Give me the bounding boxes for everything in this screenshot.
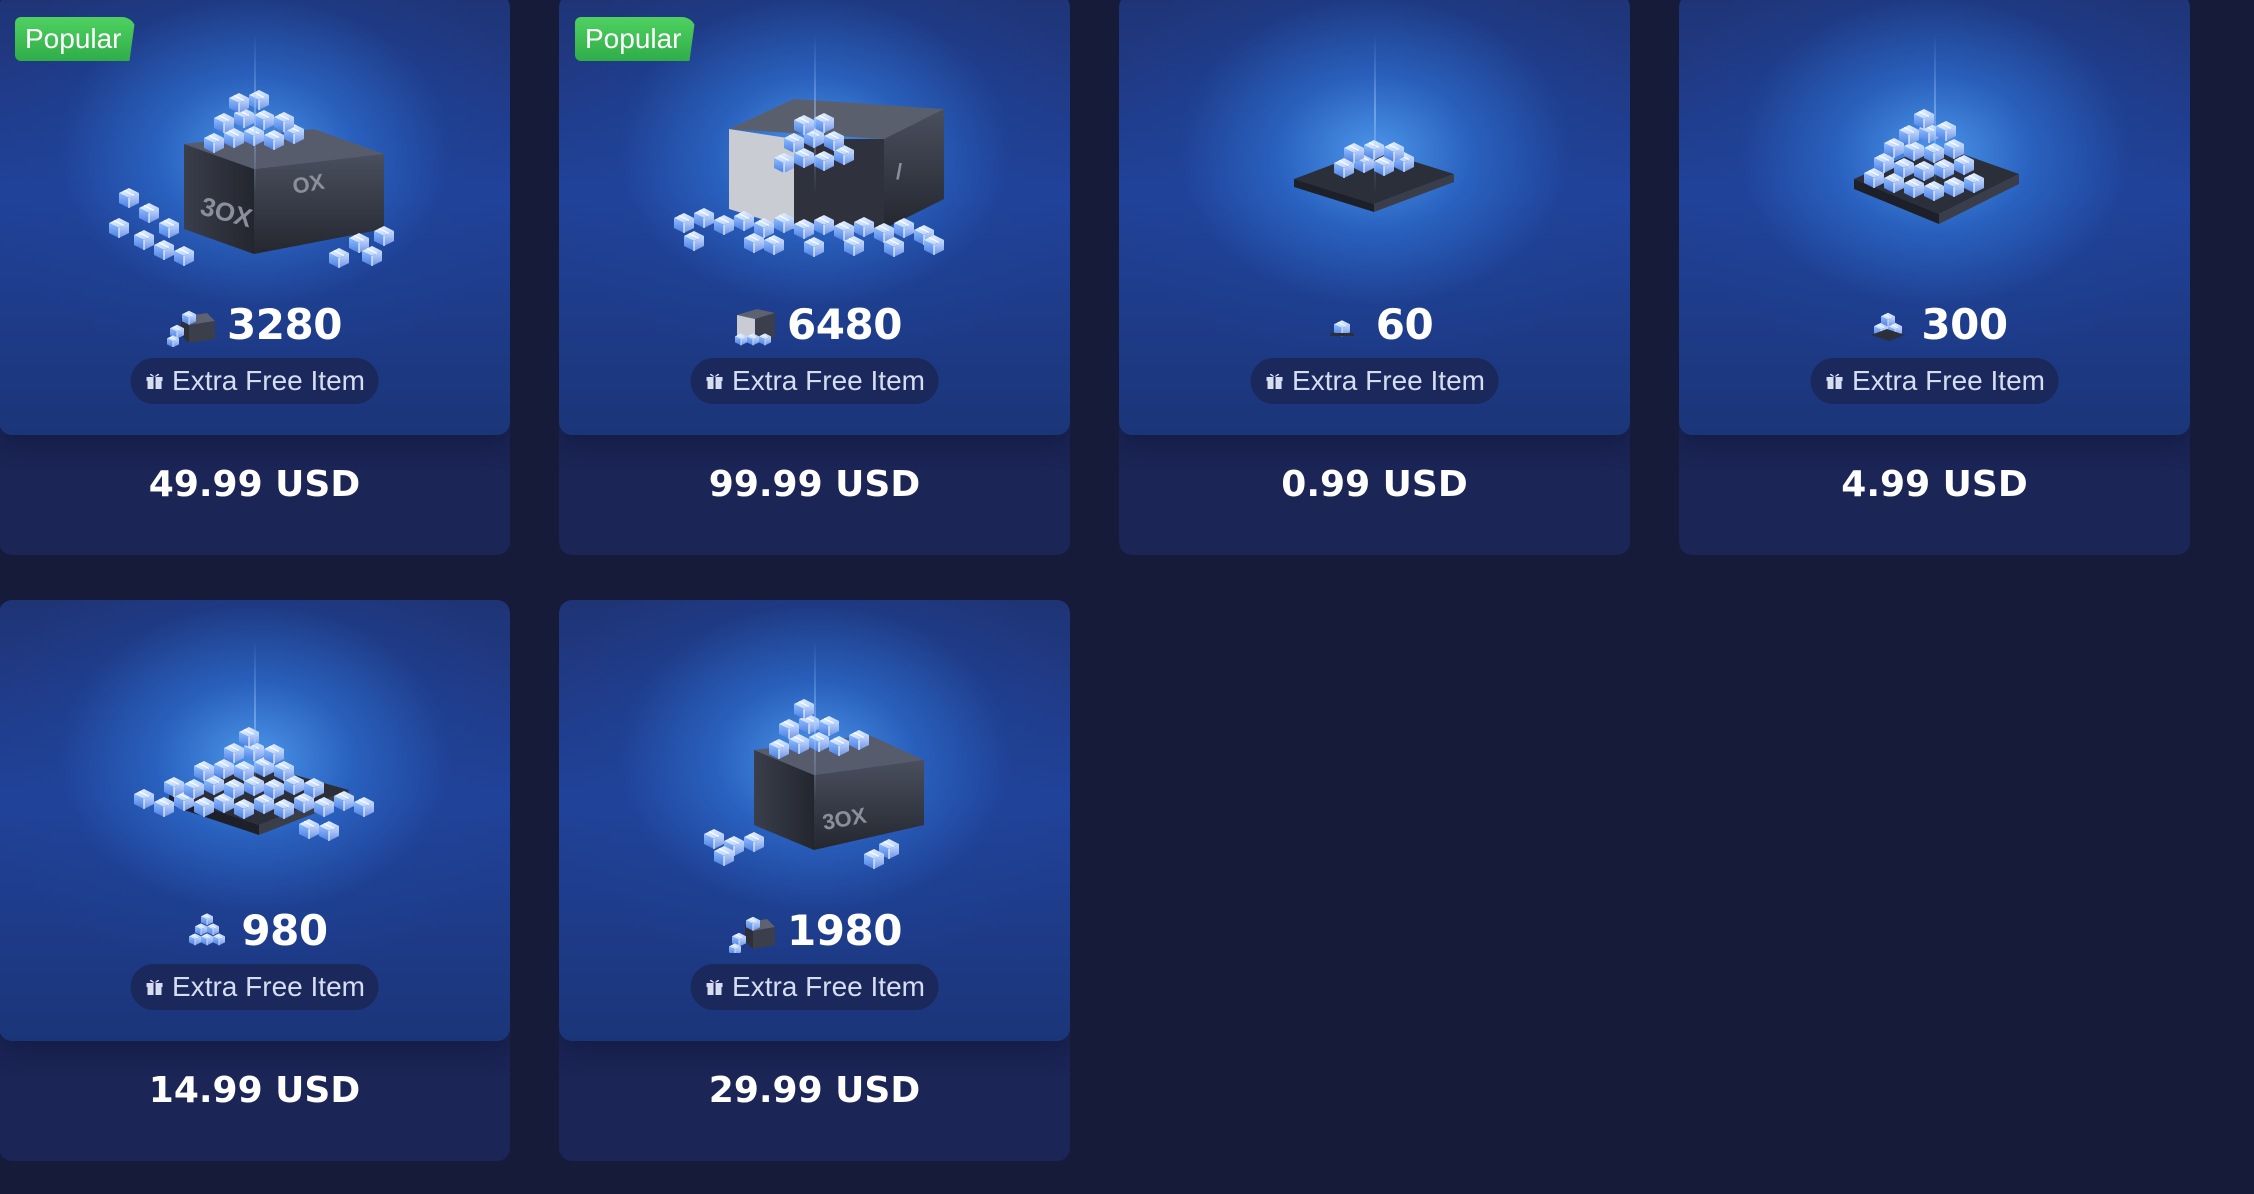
tray-of-gift-cubes-medium-image <box>1854 108 2019 224</box>
gift-crate-icon <box>728 916 776 953</box>
product-card-showcase: 300 Extra Free Item <box>1679 0 2190 435</box>
currency-amount: 60 <box>1119 294 1630 354</box>
svg-text:/: / <box>896 159 902 184</box>
open-crate-icon <box>734 309 776 346</box>
extra-free-item-pill[interactable]: Extra Free Item <box>1250 358 1499 404</box>
price-button[interactable]: 99.99 USD <box>559 464 1070 505</box>
currency-amount: 6480 <box>559 294 1070 354</box>
gift-icon <box>146 373 163 389</box>
extra-free-item-pill[interactable]: Extra Free Item <box>130 964 379 1010</box>
currency-amount: 980 <box>0 900 510 960</box>
product-card-showcase: 60 Extra Free Item <box>1119 0 1630 435</box>
extra-free-item-pill[interactable]: Extra Free Item <box>1810 358 2059 404</box>
product-card-showcase: Popular / 6480 Extra Free Item <box>559 0 1070 435</box>
price-button[interactable]: 29.99 USD <box>559 1070 1070 1111</box>
product-card[interactable]: 3OX 1980 Extra Free Item 29.99 USD <box>559 600 1070 1161</box>
extra-free-item-label: Extra Free Item <box>172 365 365 396</box>
popular-badge: Popular <box>575 17 696 61</box>
currency-amount: 3280 <box>0 294 510 354</box>
small-gift-cube-icon <box>1329 319 1354 337</box>
extra-free-item-label: Extra Free Item <box>732 365 925 396</box>
product-card-showcase: 3OX 1980 Extra Free Item <box>559 600 1070 1041</box>
amount-value: 1980 <box>787 905 902 955</box>
amount-value: 300 <box>1921 299 2008 349</box>
gift-icon <box>706 373 723 389</box>
extra-free-item-label: Extra Free Item <box>1292 365 1485 396</box>
gift-cube-stack-icon <box>1871 312 1906 341</box>
amount-value: 3280 <box>227 299 342 349</box>
price-button[interactable]: 49.99 USD <box>0 464 510 505</box>
currency-amount: 300 <box>1679 294 2190 354</box>
popular-badge: Popular <box>15 17 136 61</box>
gift-icon <box>1826 373 1843 389</box>
amount-value: 6480 <box>787 299 902 349</box>
product-grid: Popular 3OX OX 3280 Extra Free Item 49.9… <box>0 0 2254 1194</box>
pile-of-gift-cubes-image <box>133 726 375 842</box>
gift-crate-icon <box>167 310 216 347</box>
extra-free-item-label: Extra Free Item <box>1852 365 2045 396</box>
product-card[interactable]: Popular / 6480 Extra Free Item 99.99 USD <box>559 0 1070 555</box>
amount-value: 60 <box>1375 299 1434 349</box>
extra-free-item-pill[interactable]: Extra Free Item <box>690 964 939 1010</box>
price-button[interactable]: 4.99 USD <box>1679 464 2190 505</box>
product-card[interactable]: 60 Extra Free Item 0.99 USD <box>1119 0 1630 555</box>
gift-icon <box>146 979 163 995</box>
extra-free-item-pill[interactable]: Extra Free Item <box>130 358 379 404</box>
extra-free-item-label: Extra Free Item <box>732 971 925 1002</box>
price-button[interactable]: 0.99 USD <box>1119 464 1630 505</box>
product-card-showcase: 980 Extra Free Item <box>0 600 510 1041</box>
currency-amount: 1980 <box>559 900 1070 960</box>
product-card-showcase: Popular 3OX OX 3280 Extra Free Item <box>0 0 510 435</box>
product-card[interactable]: Popular 3OX OX 3280 Extra Free Item 49.9… <box>0 0 510 555</box>
price-button[interactable]: 14.99 USD <box>0 1070 510 1111</box>
amount-value: 980 <box>241 905 328 955</box>
extra-free-item-label: Extra Free Item <box>172 971 365 1002</box>
gift-icon <box>1266 373 1283 389</box>
product-card[interactable]: 300 Extra Free Item 4.99 USD <box>1679 0 2190 555</box>
gift-icon <box>706 979 723 995</box>
extra-free-item-pill[interactable]: Extra Free Item <box>690 358 939 404</box>
product-card[interactable]: 980 Extra Free Item 14.99 USD <box>0 600 510 1161</box>
tray-of-gift-cubes-small-image <box>1294 139 1454 212</box>
gift-cube-pile-icon <box>189 913 226 946</box>
crate-of-gift-cubes-medium-image: 3OX <box>703 698 924 870</box>
